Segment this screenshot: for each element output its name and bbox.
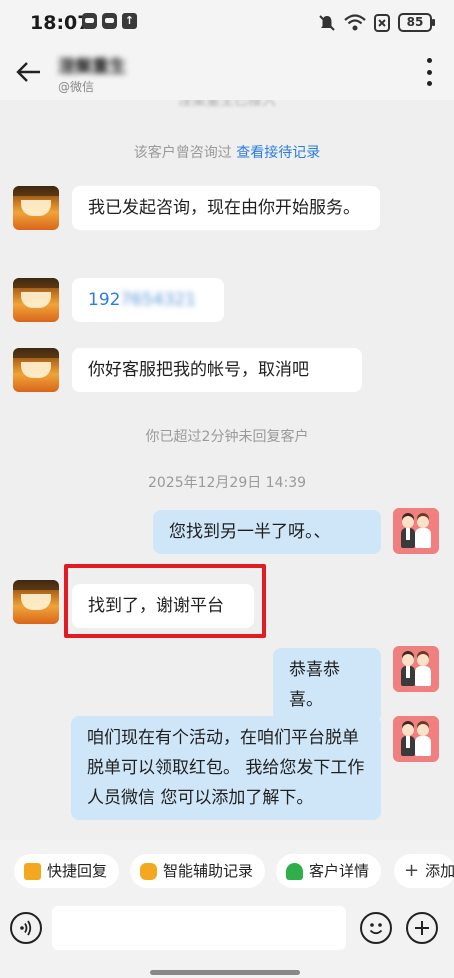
message-bubble-outgoing[interactable]: 恭喜恭喜。 (273, 648, 381, 722)
history-notice-text: 该客户曾咨询过 (133, 145, 232, 161)
smart-assist-label: 智能辅助记录 (163, 862, 254, 880)
agent-avatar[interactable] (13, 580, 59, 624)
customer-detail-label: 客户详情 (309, 862, 370, 880)
more-actions-button[interactable] (406, 912, 438, 944)
dot-icon (426, 58, 432, 63)
customer-detail-icon (286, 862, 303, 880)
home-indicator[interactable] (150, 970, 300, 975)
voice-icon (20, 920, 32, 936)
add-button[interactable]: + 添加 (394, 854, 454, 888)
contact-source: @微信 (58, 80, 95, 94)
customer-detail-button[interactable]: 客户详情 (276, 854, 382, 888)
phone-number-visible[interactable]: 192 (88, 290, 120, 310)
quick-action-bar: 快捷回复 智能辅助记录 客户详情 + 添加 (0, 840, 454, 902)
app-notification-icon (82, 13, 97, 29)
agent-avatar[interactable] (13, 278, 59, 322)
emoji-icon (369, 923, 383, 935)
chat-area[interactable]: 涅槃重生已接入 该客户曾咨询过 查看接待记录 我已发起咨询，现在由你开始服务。 … (0, 100, 454, 840)
message-bubble[interactable]: 我已发起咨询，现在由你开始服务。 (72, 186, 380, 230)
agent-avatar[interactable] (13, 348, 59, 392)
message-bubble[interactable]: 1927654321 (72, 278, 224, 322)
app-notification-icon (102, 13, 117, 29)
red-highlight-box (64, 564, 266, 638)
history-notice: 该客户曾咨询过 查看接待记录 (0, 142, 454, 162)
bride-figure (414, 724, 432, 756)
quick-reply-icon (24, 862, 41, 880)
system-notice: 涅槃重生已接入 (178, 100, 276, 109)
smart-assist-icon (140, 862, 157, 880)
add-label: 添加 (425, 862, 454, 880)
dot-icon (426, 81, 432, 86)
agent-avatar[interactable] (13, 186, 59, 230)
status-bar: 18:07 ↑ 85 (0, 0, 454, 46)
back-arrow-icon[interactable] (14, 54, 44, 90)
voice-input-button[interactable] (10, 912, 42, 944)
view-history-link[interactable]: 查看接待记录 (236, 145, 320, 161)
timestamp: 2025年12月29日 14:39 (147, 475, 307, 491)
upload-icon: ↑ (122, 13, 137, 29)
wifi-icon (344, 14, 366, 31)
quick-reply-button[interactable]: 快捷回复 (14, 854, 120, 888)
quick-reply-label: 快捷回复 (47, 862, 108, 880)
user-avatar[interactable] (393, 508, 439, 554)
more-menu-button[interactable] (424, 58, 434, 86)
plus-icon: + (404, 860, 420, 881)
contact-name: 涅槃重生 (58, 57, 126, 77)
plus-icon (415, 921, 429, 935)
user-avatar[interactable] (393, 716, 439, 762)
phone-number-blurred: 7654321 (120, 290, 197, 310)
bride-figure (414, 516, 432, 548)
message-bubble[interactable]: 你好客服把我的帐号，取消吧 (72, 348, 362, 392)
bride-figure (414, 654, 432, 686)
user-avatar[interactable] (393, 646, 439, 692)
close-box-icon (374, 13, 390, 32)
message-input[interactable] (52, 906, 346, 950)
battery-indicator: 85 (398, 13, 435, 32)
message-bubble-outgoing[interactable]: 您找到另一半了呀。、 (153, 510, 381, 554)
chat-header: 涅槃重生 @微信 (0, 46, 454, 100)
timeout-notice: 你已超过2分钟未回复客户 (145, 429, 309, 445)
message-bubble-outgoing[interactable]: 咱们现在有个活动，在咱们平台脱单脱单可以领取红包。 我给您发下工作人员微信 您可… (71, 716, 381, 820)
mute-icon (319, 14, 335, 31)
dot-icon (426, 69, 432, 75)
smart-assist-button[interactable]: 智能辅助记录 (130, 854, 266, 888)
emoji-button[interactable] (360, 912, 392, 944)
input-bar (0, 902, 454, 978)
